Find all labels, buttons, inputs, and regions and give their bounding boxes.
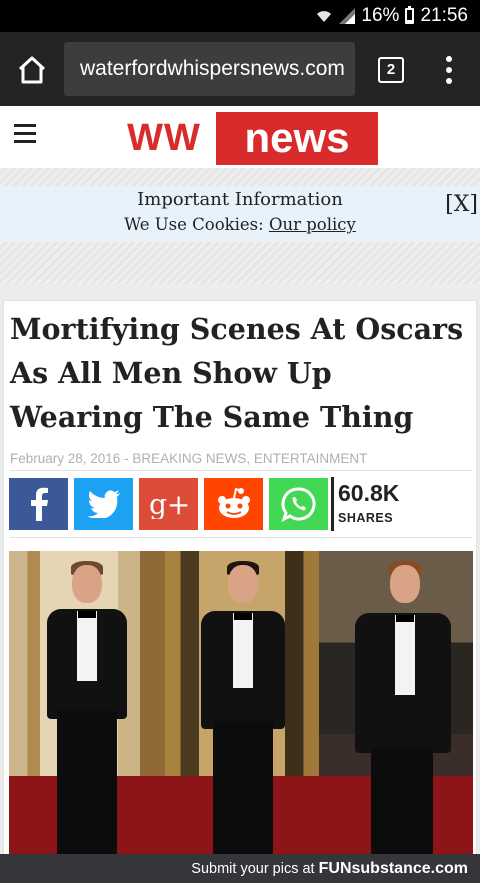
twitter-share-button[interactable]	[74, 477, 133, 530]
share-count-label: SHARES	[338, 510, 394, 525]
facebook-share-button[interactable]	[9, 477, 68, 530]
photo-panel-middle	[165, 551, 319, 856]
photo-panel-right	[319, 551, 473, 856]
clock: 21:56	[420, 5, 468, 26]
whatsapp-icon	[280, 486, 315, 522]
article-photo[interactable]	[9, 551, 473, 856]
reddit-share-button[interactable]	[204, 477, 263, 530]
twitter-icon	[86, 489, 120, 518]
man-in-tuxedo-middle	[187, 551, 297, 856]
battery-icon	[405, 6, 415, 24]
article-meta: February 28, 2016 - BREAKING NEWS, ENTER…	[10, 451, 472, 471]
cookie-policy-link[interactable]: Our policy	[269, 215, 356, 234]
photo-panel-left	[9, 551, 165, 856]
reddit-icon	[217, 487, 250, 518]
article-date: February 28, 2016	[10, 451, 121, 466]
pattern-strip-2	[0, 242, 480, 284]
site-header: WW news	[0, 106, 480, 168]
whatsapp-share-button[interactable]	[269, 477, 328, 530]
battery-percent: 16%	[361, 5, 400, 26]
browser-toolbar: waterfordwhispersnews.com 2	[0, 32, 480, 106]
share-bar: g+ 60.8K SHARES	[9, 476, 400, 531]
watermark-bar: Submit your pics at FUNsubstance.com	[0, 854, 480, 883]
tab-switcher-button[interactable]: 2	[378, 57, 404, 83]
home-icon[interactable]	[14, 52, 50, 88]
watermark-brand: FUNsubstance.com	[318, 860, 468, 877]
divider	[10, 537, 472, 538]
signal-icon	[339, 8, 356, 24]
wifi-icon	[317, 11, 332, 22]
url-bar[interactable]: waterfordwhispersnews.com	[64, 42, 355, 96]
article-headline: Mortifying Scenes At Oscars As All Men S…	[10, 312, 464, 434]
article-card: Mortifying Scenes At Oscars As All Men S…	[3, 300, 477, 860]
watermark-text: Submit your pics at	[191, 861, 315, 877]
share-count-number: 60.8K	[338, 479, 400, 506]
cookie-title: Important Information	[137, 189, 343, 210]
google-plus-share-button[interactable]: g+	[139, 477, 198, 530]
share-count: 60.8K SHARES	[331, 476, 400, 531]
man-in-tuxedo-left	[31, 551, 141, 856]
man-in-tuxedo-right	[339, 551, 459, 856]
cookie-text: We Use Cookies:	[124, 215, 264, 234]
status-bar: 16% 21:56	[0, 0, 480, 32]
logo-news: news	[216, 112, 378, 165]
article-categories[interactable]: BREAKING NEWS, ENTERTAINMENT	[132, 451, 367, 466]
google-plus-icon: g+	[149, 489, 189, 519]
svg-text:g+: g+	[149, 489, 189, 519]
logo-ww: WW	[127, 117, 201, 159]
pattern-strip	[0, 168, 480, 186]
hamburger-menu-icon[interactable]	[14, 124, 36, 144]
site-logo[interactable]: WW news	[112, 112, 378, 165]
facebook-icon	[30, 487, 48, 521]
overflow-menu-icon[interactable]	[438, 54, 460, 88]
cookie-close-button[interactable]: [X]	[445, 192, 478, 217]
cookie-text-line: We Use Cookies: Our policy	[0, 213, 480, 237]
cookie-banner: Important Information We Use Cookies: Ou…	[0, 186, 480, 242]
meta-separator: -	[120, 451, 133, 466]
